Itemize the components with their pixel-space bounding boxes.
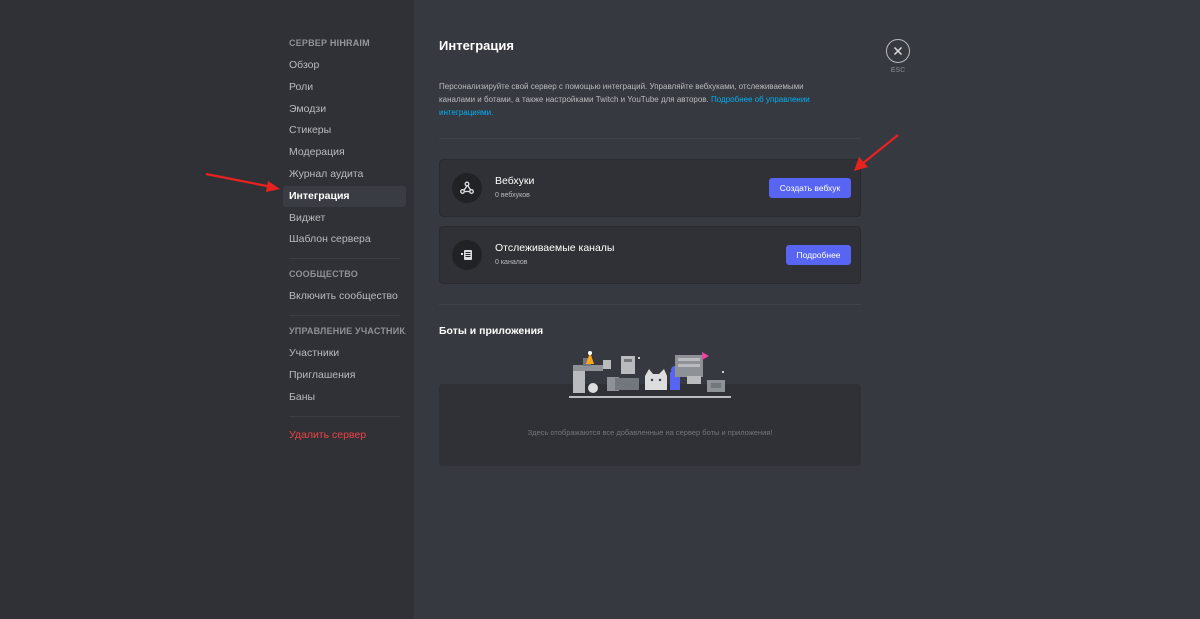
sidebar-item-audit-log[interactable]: Журнал аудита — [283, 164, 406, 185]
sidebar-divider — [289, 258, 400, 260]
server-name: HIHRAIM — [329, 38, 370, 48]
followed-channels-title: Отслеживаемые каналы — [495, 242, 615, 254]
section-divider — [439, 138, 861, 139]
sidebar-item-members[interactable]: Участники — [283, 343, 406, 364]
webhook-icon — [452, 173, 482, 203]
community-section-header: Сообщество — [289, 269, 358, 280]
settings-sidebar: Сервер HIHRAIM Обзор Роли Эмодзи Стикеры… — [0, 0, 414, 619]
learn-more-button[interactable]: Подробнее — [786, 245, 851, 265]
settings-nav: Сервер HIHRAIM Обзор Роли Эмодзи Стикеры… — [283, 36, 406, 447]
sidebar-item-stickers[interactable]: Стикеры — [283, 120, 406, 141]
members-section-header: Управление участника... — [289, 326, 406, 337]
annotation-arrow-right — [854, 134, 899, 171]
annotation-arrow-left — [205, 172, 280, 192]
followed-channel-icon — [452, 240, 482, 270]
bots-empty-text: Здесь отображаются все добавленные на се… — [527, 428, 773, 437]
sidebar-divider — [289, 315, 400, 317]
sidebar-item-emoji[interactable]: Эмодзи — [283, 99, 406, 120]
close-settings[interactable]: ESC — [886, 39, 910, 74]
sidebar-item-delete-server[interactable]: Удалить сервер — [283, 425, 406, 446]
sidebar-item-server-template[interactable]: Шаблон сервера — [283, 229, 406, 250]
sidebar-item-widget[interactable]: Виджет — [283, 208, 406, 229]
sidebar-item-moderation[interactable]: Модерация — [283, 142, 406, 163]
sidebar-item-integrations[interactable]: Интеграция — [283, 185, 406, 207]
sidebar-item-invites[interactable]: Приглашения — [283, 365, 406, 386]
webhooks-title: Вебхуки — [495, 175, 535, 187]
webhooks-card[interactable]: Вебхуки 0 вебхуков Создать вебхук — [439, 159, 861, 217]
sidebar-item-overview[interactable]: Обзор — [283, 55, 406, 76]
webhooks-count: 0 вебхуков — [495, 192, 530, 199]
sidebar-item-roles[interactable]: Роли — [283, 77, 406, 98]
create-webhook-button[interactable]: Создать вебхук — [769, 178, 851, 198]
bots-illustration — [569, 351, 731, 398]
close-icon[interactable] — [886, 39, 910, 63]
page-title: Интеграция — [439, 38, 514, 53]
esc-label: ESC — [890, 67, 906, 74]
server-section-header: Сервер HIHRAIM — [283, 36, 406, 50]
server-header-prefix: Сервер — [289, 38, 328, 48]
sidebar-item-enable-community[interactable]: Включить сообщество — [283, 286, 406, 307]
followed-channels-count: 0 каналов — [495, 259, 528, 266]
bots-section-title: Боты и приложения — [439, 325, 544, 337]
followed-channels-card[interactable]: Отслеживаемые каналы 0 каналов Подробнее — [439, 226, 861, 284]
section-divider — [439, 304, 861, 305]
page-description: Персонализируйте свой сервер с помощью и… — [439, 80, 839, 119]
sidebar-item-bans[interactable]: Баны — [283, 387, 406, 408]
sidebar-divider — [289, 415, 400, 417]
